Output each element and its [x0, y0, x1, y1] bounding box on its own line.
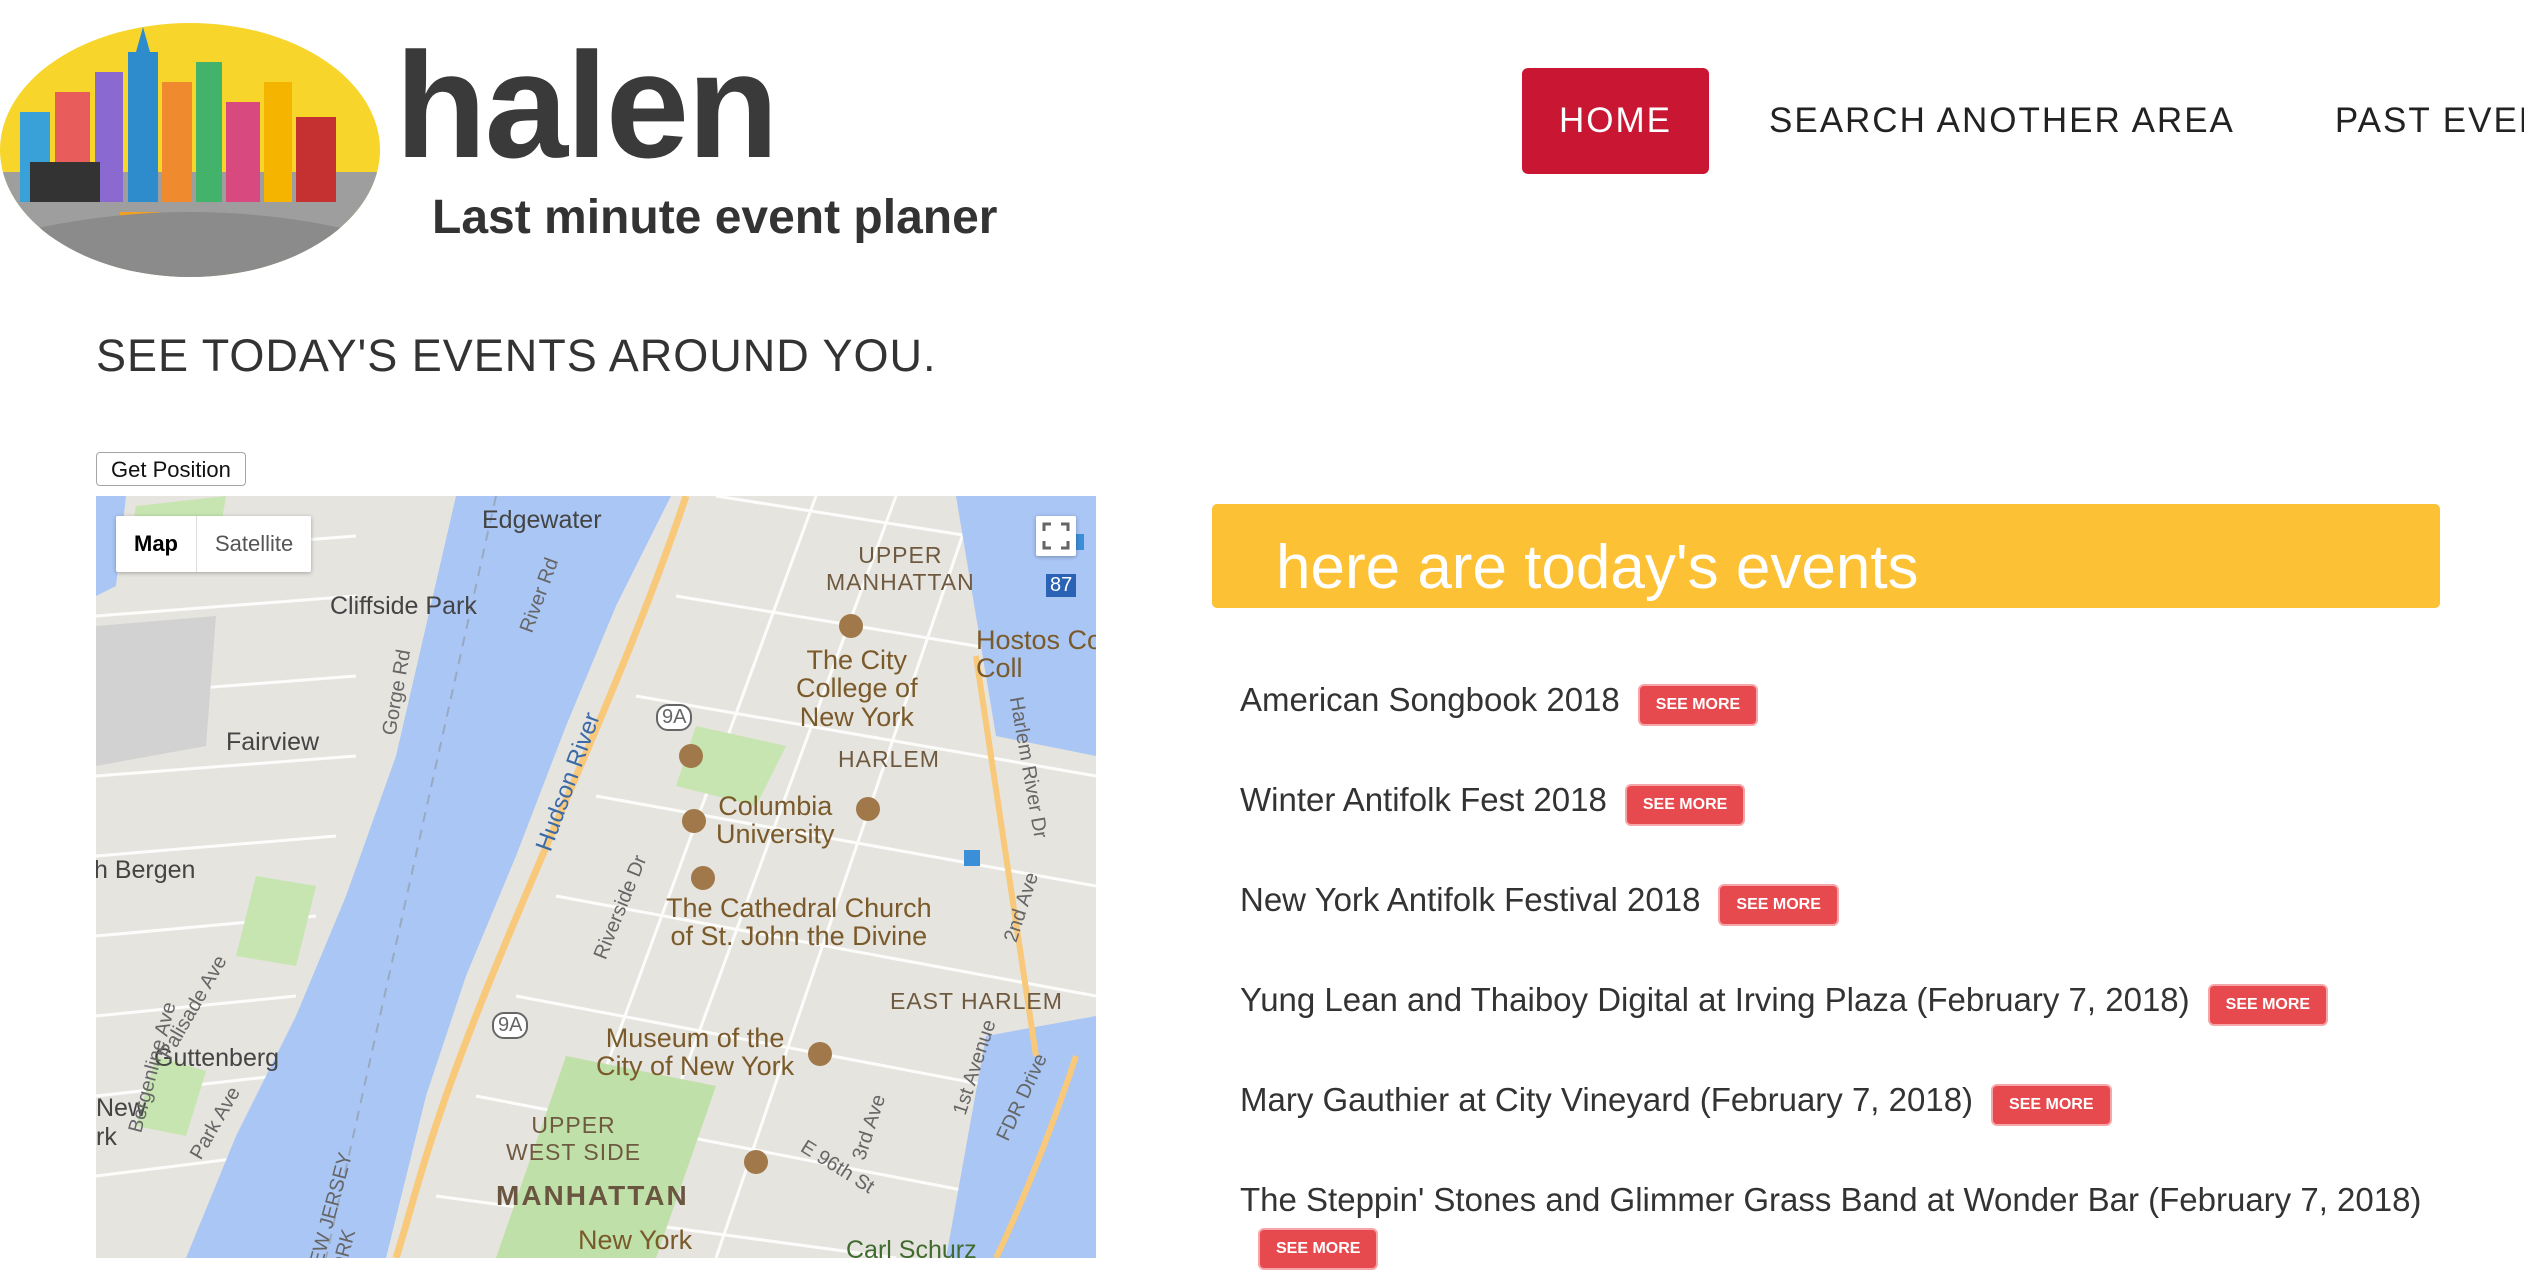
nav-past-events[interactable]: PAST EVENTS	[2298, 68, 2524, 174]
fullscreen-button[interactable]	[1036, 516, 1076, 556]
nav-home[interactable]: HOME	[1522, 68, 1709, 174]
map-type-toggle: Map Satellite	[116, 516, 312, 572]
map-label-columbia: Columbia University	[716, 791, 835, 850]
map-label-harlem: HARLEM	[838, 746, 940, 772]
event-item: Mary Gauthier at City Vineyard (February…	[1240, 1078, 2500, 1178]
event-name: Yung Lean and Thaiboy Digital at Irving …	[1240, 981, 2190, 1018]
event-name: American Songbook 2018	[1240, 681, 1620, 718]
map-label-new-york: New York	[578, 1225, 693, 1255]
map-route-87: 87	[1046, 574, 1077, 597]
see-more-button[interactable]: SEE MORE	[1718, 884, 1839, 926]
see-more-button[interactable]: SEE MORE	[1258, 1228, 1379, 1270]
event-name: New York Antifolk Festival 2018	[1240, 881, 1701, 918]
event-item: American Songbook 2018 SEE MORE	[1240, 678, 2500, 778]
see-more-button[interactable]: SEE MORE	[2207, 984, 2329, 1026]
map[interactable]: Edgewater UPPER MANHATTAN Cliffside Park…	[96, 496, 1096, 1258]
nav-search-another-area[interactable]: SEARCH ANOTHER AREA	[1732, 68, 2272, 174]
event-item: Winter Antifolk Fest 2018 SEE MORE	[1240, 778, 2500, 878]
map-label-carl-schurz: Carl Schurz	[846, 1236, 977, 1258]
see-more-button[interactable]: SEE MORE	[1637, 684, 1759, 726]
map-label-upper-west-side: UPPER WEST SIDE	[506, 1112, 642, 1165]
tagline: Last minute event planer	[432, 191, 998, 244]
event-item: Yung Lean and Thaiboy Digital at Irving …	[1240, 978, 2500, 1078]
event-name: Mary Gauthier at City Vineyard (February…	[1240, 1081, 1974, 1118]
map-route-9a-bottom: 9A	[492, 1012, 529, 1039]
event-list: American Songbook 2018 SEE MORE Winter A…	[1240, 678, 2500, 1278]
see-more-button[interactable]: SEE MORE	[1991, 1084, 2112, 1126]
logo	[0, 22, 380, 277]
map-label-cathedral: The Cathedral Church of St. John the Div…	[666, 893, 932, 952]
map-label-upper-manhattan: UPPER MANHATTAN	[826, 542, 975, 595]
map-label-museum: Museum of the City of New York	[596, 1023, 795, 1082]
map-label-city-college: The City College of New York	[796, 645, 918, 732]
brand-name: halen	[395, 21, 779, 189]
map-label-fairview: Fairview	[226, 728, 320, 756]
map-label-east-harlem: EAST HARLEM	[890, 988, 1063, 1014]
event-item: The Steppin' Stones and Glimmer Grass Ba…	[1240, 1178, 2500, 1278]
event-item: New York Antifolk Festival 2018 SEE MORE	[1240, 878, 2500, 978]
see-more-button[interactable]: SEE MORE	[1624, 784, 1746, 826]
map-label-hostos: Hostos Co Coll	[976, 625, 1096, 684]
map-label-cliffside-park: Cliffside Park	[330, 592, 477, 620]
map-label-north-bergen: h Bergen	[96, 856, 196, 884]
fullscreen-icon	[1042, 522, 1070, 550]
event-name: The Steppin' Stones and Glimmer Grass Ba…	[1240, 1181, 2422, 1218]
events-title: here are today's events	[1276, 533, 1919, 602]
events-banner: here are today's events	[1212, 504, 2440, 608]
event-name: Winter Antifolk Fest 2018	[1240, 781, 1607, 818]
main-nav: HOME SEARCH ANOTHER AREA PAST EVENTS	[1522, 68, 2524, 174]
map-label-edgewater: Edgewater	[482, 506, 602, 534]
page-heading: SEE TODAY'S EVENTS AROUND YOU.	[96, 330, 937, 381]
map-type-satellite-button[interactable]: Satellite	[197, 516, 311, 572]
map-label-manhattan: MANHATTAN	[496, 1180, 689, 1211]
map-route-9a-top: 9A	[656, 704, 693, 731]
get-position-button[interactable]: Get Position	[96, 452, 246, 486]
map-type-map-button[interactable]: Map	[116, 516, 197, 572]
